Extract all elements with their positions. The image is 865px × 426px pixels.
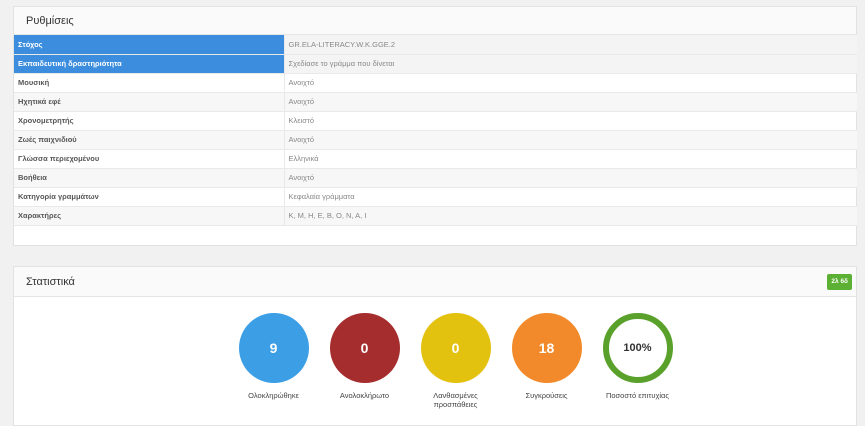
stat-collisions: 18 Συγκρούσεις bbox=[501, 313, 592, 409]
settings-row-activity: Εκπαιδευτική δραστηριότητα Σχεδίασε το γ… bbox=[14, 54, 857, 74]
settings-row-value: Σχεδίασε το γράμμα που δίνεται bbox=[284, 54, 857, 74]
stat-success-rate: 100% Ποσοστό επιτυχίας bbox=[592, 313, 683, 409]
settings-row-value: Ανοιχτό bbox=[284, 130, 857, 150]
settings-row-label: Ζωές παιχνιδιού bbox=[14, 130, 285, 150]
stat-circle: 9 bbox=[238, 313, 309, 383]
settings-row-label: Μουσική bbox=[14, 73, 285, 93]
settings-row-characters: Χαρακτήρες K, M, H, E, B, O, N, A, I bbox=[14, 206, 857, 226]
settings-row-label: Χρονομετρητής bbox=[14, 111, 285, 131]
statistics-row: 9 Ολοκληρώθηκε 0 Ανολοκλήρωτο 0 Λανθασμέ… bbox=[228, 313, 683, 409]
stat-label: Ποσοστό επιτυχίας bbox=[605, 391, 670, 400]
statistics-title: Στατιστικά bbox=[26, 276, 75, 288]
settings-row-value: GR.ELA-LITERACY.W.K.GGE.2 bbox=[284, 35, 857, 55]
settings-title: Ρυθμίσεις bbox=[14, 7, 856, 35]
settings-panel: Ρυθμίσεις Στόχος GR.ELA-LITERACY.W.K.GGE… bbox=[13, 6, 857, 246]
settings-row-value: Ελληνικά bbox=[284, 149, 857, 169]
stat-wrong-attempts: 0 Λανθασμένες προσπάθειες bbox=[410, 313, 501, 409]
settings-row-label: Γλώσσα περιεχομένου bbox=[14, 149, 285, 169]
stat-label: Ολοκληρώθηκε bbox=[248, 391, 299, 400]
settings-table: Στόχος GR.ELA-LITERACY.W.K.GGE.2 Εκπαιδε… bbox=[14, 35, 857, 226]
stat-label: Λανθασμένες προσπάθειες bbox=[433, 391, 478, 409]
settings-row-label: Στόχος bbox=[14, 35, 285, 55]
stat-incomplete: 0 Ανολοκλήρωτο bbox=[319, 313, 410, 409]
settings-row-game-lives: Ζωές παιχνιδιού Ανοιχτό bbox=[14, 130, 857, 150]
stat-circle: 0 bbox=[420, 313, 491, 383]
stat-circle: 18 bbox=[511, 313, 582, 383]
settings-row-value: Κλειστό bbox=[284, 111, 857, 131]
settings-row-value: Ανοιχτό bbox=[284, 73, 857, 93]
settings-row-value: Κεφαλαία γράμματα bbox=[284, 187, 857, 207]
settings-row-label: Χαρακτήρες bbox=[14, 206, 285, 226]
settings-row-content-language: Γλώσσα περιεχομένου Ελληνικά bbox=[14, 149, 857, 169]
settings-row-value: Ανοιχτό bbox=[284, 92, 857, 112]
settings-row-label: Εκπαιδευτική δραστηριότητα bbox=[14, 54, 285, 74]
settings-row-value: Ανοιχτό bbox=[284, 168, 857, 188]
statistics-panel: Στατιστικά 2λ 6δ 9 Ολοκληρώθηκε 0 Ανολοκ… bbox=[13, 266, 857, 426]
settings-row-letter-category: Κατηγορία γραμμάτων Κεφαλαία γράμματα bbox=[14, 187, 857, 207]
stat-completed: 9 Ολοκληρώθηκε bbox=[228, 313, 319, 409]
settings-row-music: Μουσική Ανοιχτό bbox=[14, 73, 857, 93]
settings-row-sound-effects: Ηχητικά εφέ Ανοιχτό bbox=[14, 92, 857, 112]
settings-row-label: Βοήθεια bbox=[14, 168, 285, 188]
duration-badge: 2λ 6δ bbox=[827, 274, 852, 290]
stat-circle: 0 bbox=[329, 313, 400, 383]
settings-row-help: Βοήθεια Ανοιχτό bbox=[14, 168, 857, 188]
settings-row-label: Κατηγορία γραμμάτων bbox=[14, 187, 285, 207]
settings-row-label: Ηχητικά εφέ bbox=[14, 92, 285, 112]
settings-row-value: K, M, H, E, B, O, N, A, I bbox=[284, 206, 857, 226]
settings-row-timer: Χρονομετρητής Κλειστό bbox=[14, 111, 857, 131]
stat-label: Ανολοκλήρωτο bbox=[339, 391, 390, 400]
stat-ring: 100% bbox=[602, 313, 673, 383]
stat-label: Συγκρούσεις bbox=[525, 391, 568, 400]
settings-row-goal: Στόχος GR.ELA-LITERACY.W.K.GGE.2 bbox=[14, 35, 857, 55]
